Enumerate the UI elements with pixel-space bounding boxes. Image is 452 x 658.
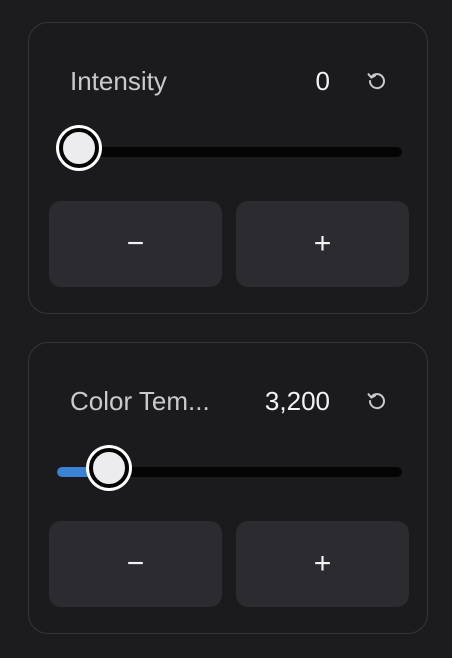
color-temperature-increase-button[interactable]: + [236,521,409,607]
color-temperature-slider-thumb[interactable] [89,448,130,488]
color-temperature-label: Color Tem... [70,386,210,416]
color-temperature-decrease-button[interactable]: − [49,521,222,607]
intensity-panel: Intensity 0 − + [28,22,428,314]
intensity-decrease-button[interactable]: − [49,201,222,287]
color-temperature-slider[interactable] [57,448,402,488]
intensity-slider[interactable] [57,128,402,168]
intensity-label: Intensity [70,66,167,96]
intensity-value: 0 [315,66,330,96]
reset-icon[interactable] [365,69,389,93]
color-temperature-panel: Color Tem... 3,200 − + [28,342,428,634]
reset-icon[interactable] [365,389,389,413]
color-temperature-value: 3,200 [264,386,330,416]
intensity-increase-button[interactable]: + [236,201,409,287]
intensity-slider-thumb[interactable] [59,128,99,168]
